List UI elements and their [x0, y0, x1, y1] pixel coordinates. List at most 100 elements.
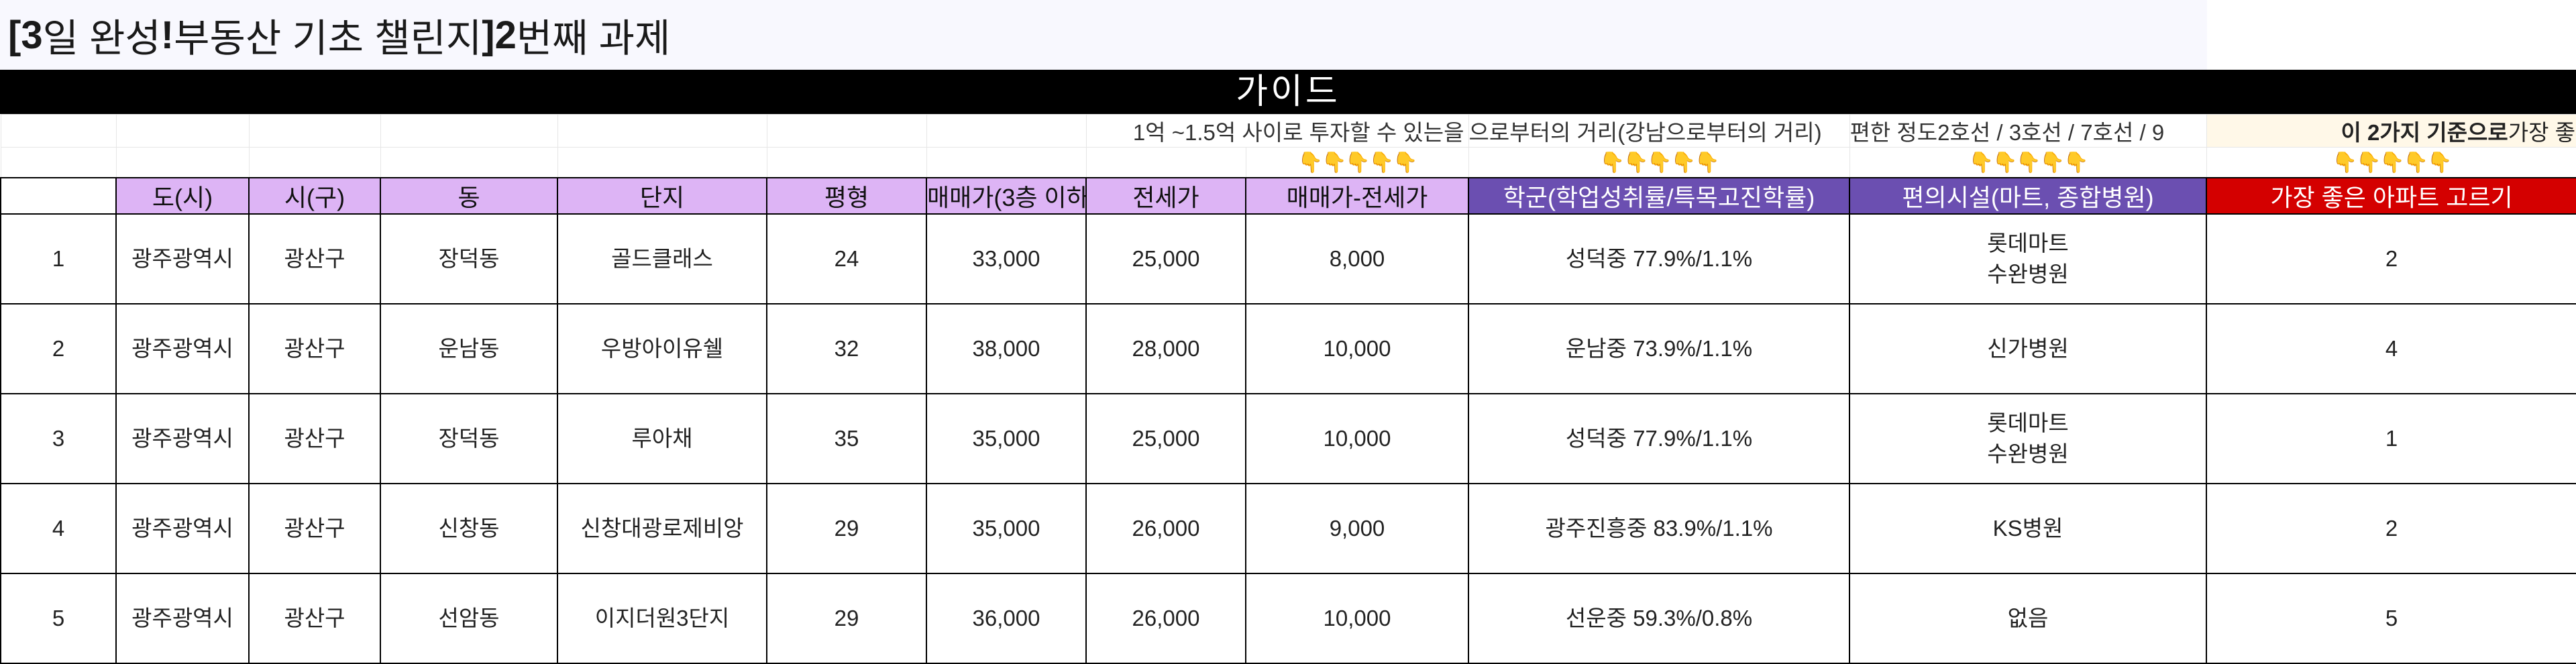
table-row: 2 광주광역시 광산구 운남동 우방아이유쉘 32 38,000 28,000 …	[0, 303, 2576, 394]
cell-gap[interactable]: 10,000	[1245, 303, 1469, 394]
note-distance-prefix: 을	[1444, 120, 1464, 145]
header-facility[interactable]: 편의시설(마트, 종합병원)	[1849, 177, 2207, 215]
header-province[interactable]: 도(시)	[115, 177, 250, 215]
cell-rank[interactable]: 5	[2206, 573, 2576, 664]
facility-line-1: 없음	[2007, 606, 2049, 630]
cell-gap[interactable]: 10,000	[1245, 393, 1469, 484]
header-school[interactable]: 학군(학업성취률/특목고진학률)	[1468, 177, 1850, 215]
cell-facility[interactable]: 신가병원	[1849, 303, 2207, 394]
facility-line-2: 수완병원	[1987, 441, 2069, 466]
cell-school[interactable]: 성덕중 77.9%/1.1%	[1468, 393, 1850, 484]
title-exclaim: !	[160, 13, 174, 57]
cell-province[interactable]: 광주광역시	[115, 303, 250, 394]
table-row: 4 광주광역시 광산구 신창동 신창대광로제비앙 29 35,000 26,00…	[0, 483, 2576, 574]
cell-dong[interactable]: 장덕동	[380, 393, 558, 484]
pointing-down-icons-3: 👇👇👇👇👇	[1849, 147, 2207, 178]
cell-district[interactable]: 광산구	[248, 393, 381, 484]
cell-province[interactable]: 광주광역시	[115, 483, 250, 574]
cell-price[interactable]: 35,000	[926, 393, 1087, 484]
header-dong[interactable]: 동	[380, 177, 558, 215]
cell-jeonse[interactable]: 26,000	[1085, 573, 1246, 664]
note-criteria[interactable]: 이 2가지 기준으로가장 좋은	[2206, 114, 2576, 148]
cell-price[interactable]: 33,000	[926, 213, 1087, 305]
cell-rank[interactable]: 2	[2206, 213, 2576, 305]
note-convenience[interactable]: 편한 정도2호선 / 3호선 / 7호선 / 9	[1849, 114, 2207, 148]
cell-gap[interactable]: 8,000	[1245, 213, 1469, 305]
cell-facility[interactable]: KS병원	[1849, 483, 2207, 574]
cell-district[interactable]: 광산구	[248, 213, 381, 305]
header-price[interactable]: 매매가(3층 이하 제외)	[926, 177, 1087, 215]
row-number[interactable]: 2	[0, 303, 117, 394]
cell-rank[interactable]: 1	[2206, 393, 2576, 484]
cell-dong[interactable]: 운남동	[380, 303, 558, 394]
cell-school[interactable]: 선운중 59.3%/0.8%	[1468, 573, 1850, 664]
header-best[interactable]: 가장 좋은 아파트 고르기	[2206, 177, 2576, 215]
cell-gap[interactable]: 10,000	[1245, 573, 1469, 664]
cell-facility[interactable]: 없음	[1849, 573, 2207, 664]
cell-province[interactable]: 광주광역시	[115, 213, 250, 305]
row-number[interactable]: 4	[0, 483, 117, 574]
cell-province[interactable]: 광주광역시	[115, 573, 250, 664]
cell-jeonse[interactable]: 28,000	[1085, 303, 1246, 394]
cell-district[interactable]: 광산구	[248, 483, 381, 574]
cell-rank[interactable]: 2	[2206, 483, 2576, 574]
note-invest: 투자할 수 있는	[1309, 120, 1444, 145]
note-budget[interactable]: 1억 ~1.5억 사이로 투자할 수 있는을	[1085, 114, 1469, 148]
table-row: 3 광주광역시 광산구 장덕동 루아채 35 35,000 25,000 10,…	[0, 393, 2576, 484]
cell-size[interactable]: 29	[766, 573, 927, 664]
cell-jeonse[interactable]: 25,000	[1085, 213, 1246, 305]
header-complex[interactable]: 단지	[557, 177, 767, 215]
cell-dong[interactable]: 장덕동	[380, 213, 558, 305]
facility-line-2: 수완병원	[1987, 262, 2069, 286]
cell-complex[interactable]: 루아채	[557, 393, 767, 484]
table-row: 1 광주광역시 광산구 장덕동 골드클래스 24 33,000 25,000 8…	[0, 213, 2576, 305]
cell-price[interactable]: 35,000	[926, 483, 1087, 574]
table-row: 5 광주광역시 광산구 선암동 이지더원3단지 29 36,000 26,000…	[0, 573, 2576, 664]
cell-complex[interactable]: 우방아이유쉘	[557, 303, 767, 394]
cell-size[interactable]: 32	[766, 303, 927, 394]
cell-jeonse[interactable]: 26,000	[1085, 483, 1246, 574]
cell-district[interactable]: 광산구	[248, 303, 381, 394]
facility-line-1: 롯데마트	[1987, 231, 2069, 256]
cell-size[interactable]: 35	[766, 393, 927, 484]
note-lines: 2호선 / 3호선 / 7호선 / 9	[1937, 120, 2165, 145]
facility-line-1: 롯데마트	[1987, 410, 2069, 435]
cell-facility[interactable]: 롯데마트수완병원	[1849, 393, 2207, 484]
cell-size[interactable]: 29	[766, 483, 927, 574]
row-number[interactable]: 5	[0, 573, 117, 664]
cell-school[interactable]: 운남중 73.9%/1.1%	[1468, 303, 1850, 394]
title-part3: 번째 과제	[516, 17, 671, 60]
cell-price[interactable]: 38,000	[926, 303, 1087, 394]
pointing-down-icons-4: 👇👇👇👇👇	[2206, 147, 2576, 178]
cell-jeonse[interactable]: 25,000	[1085, 393, 1246, 484]
cell-size[interactable]: 24	[766, 213, 927, 305]
header-size[interactable]: 평형	[766, 177, 927, 215]
title-bracket-close: ]	[482, 13, 495, 57]
cell-dong[interactable]: 신창동	[380, 483, 558, 574]
cell-rank[interactable]: 4	[2206, 303, 2576, 394]
cell-complex[interactable]: 신창대광로제비앙	[557, 483, 767, 574]
cell-school[interactable]: 성덕중 77.9%/1.1%	[1468, 213, 1850, 305]
cell-district[interactable]: 광산구	[248, 573, 381, 664]
cell-complex[interactable]: 골드클래스	[557, 213, 767, 305]
cell-dong[interactable]: 선암동	[380, 573, 558, 664]
header-jeonse[interactable]: 전세가	[1085, 177, 1246, 215]
cell-province[interactable]: 광주광역시	[115, 393, 250, 484]
facility-line-1: 신가병원	[1987, 336, 2069, 361]
cell-gap[interactable]: 9,000	[1245, 483, 1469, 574]
cell-price[interactable]: 36,000	[926, 573, 1087, 664]
header-gap[interactable]: 매매가-전세가	[1245, 177, 1469, 215]
cell-school[interactable]: 광주진흥중 83.9%/1.1%	[1468, 483, 1850, 574]
title-number: 3	[21, 13, 43, 57]
cell-complex[interactable]: 이지더원3단지	[557, 573, 767, 664]
row-number[interactable]: 3	[0, 393, 117, 484]
sheet-title: [3 일 완성! 부동산 기초 챌린지] 2 번째 과제	[0, 0, 2207, 70]
note-distance[interactable]: 으로부터의 거리(강남으로부터의 거리)	[1468, 114, 1850, 148]
note-best: 가장 좋은	[2508, 120, 2576, 145]
row-number[interactable]: 1	[0, 213, 117, 305]
header-district[interactable]: 시(구)	[248, 177, 381, 215]
header-blank[interactable]	[0, 177, 117, 215]
title-bracket-open: [	[8, 13, 21, 57]
cell-facility[interactable]: 롯데마트수완병원	[1849, 213, 2207, 305]
pointing-down-icons-1: 👇👇👇👇👇	[1245, 147, 1469, 178]
